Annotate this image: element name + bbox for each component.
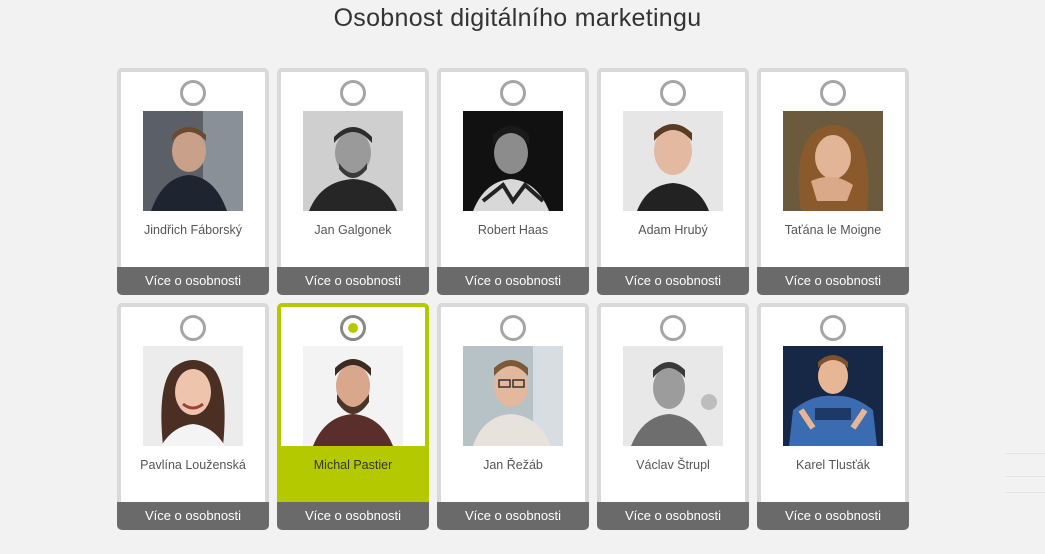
divider	[1005, 492, 1045, 493]
candidate-name: Robert Haas	[477, 223, 549, 237]
radio-button[interactable]	[820, 80, 846, 106]
candidate-photo	[463, 346, 563, 446]
candidate-name: Taťána le Moigne	[784, 223, 882, 237]
more-button[interactable]: Více o osobnosti	[597, 502, 749, 530]
candidate-name: Jan Galgonek	[314, 223, 392, 237]
candidate-photo	[783, 346, 883, 446]
candidate-name: Adam Hrubý	[638, 223, 708, 237]
candidates-grid: Jindřich Fáborský Více o osobnosti Jan G…	[117, 68, 917, 538]
candidate-name: Pavlína Louženská	[140, 458, 246, 472]
page-title: Osobnost digitálního marketingu	[333, 4, 702, 32]
candidate-card[interactable]: Jan Galgonek Více o osobnosti	[277, 68, 429, 295]
more-button[interactable]: Více o osobnosti	[117, 267, 269, 295]
more-button[interactable]: Více o osobnosti	[277, 502, 429, 530]
candidate-photo	[623, 346, 723, 446]
candidate-card-selected[interactable]: Michal Pastier Více o osobnosti	[277, 303, 429, 530]
more-button[interactable]: Více o osobnosti	[757, 502, 909, 530]
candidate-photo	[303, 346, 403, 446]
radio-button[interactable]	[660, 80, 686, 106]
radio-button[interactable]	[820, 315, 846, 341]
candidate-card[interactable]: Taťána le Moigne Více o osobnosti	[757, 68, 909, 295]
candidate-card[interactable]: Jan Řežáb Více o osobnosti	[437, 303, 589, 530]
candidate-name: Michal Pastier	[281, 446, 425, 503]
radio-button[interactable]	[340, 80, 366, 106]
candidate-card[interactable]: Václav Štrupl Více o osobnosti	[597, 303, 749, 530]
candidate-name: Václav Štrupl	[636, 458, 710, 472]
candidate-photo	[463, 111, 563, 211]
candidate-photo	[623, 111, 723, 211]
more-button[interactable]: Více o osobnosti	[117, 502, 269, 530]
more-button[interactable]: Více o osobnosti	[437, 267, 589, 295]
candidate-card[interactable]: Pavlína Louženská Více o osobnosti	[117, 303, 269, 530]
candidate-name: Karel Tlusťák	[796, 458, 870, 472]
radio-button[interactable]	[500, 315, 526, 341]
divider	[1005, 476, 1045, 477]
more-button[interactable]: Více o osobnosti	[597, 267, 749, 295]
more-button[interactable]: Více o osobnosti	[437, 502, 589, 530]
candidate-card[interactable]: Jindřich Fáborský Více o osobnosti	[117, 68, 269, 295]
radio-button[interactable]	[180, 315, 206, 341]
candidate-photo	[143, 111, 243, 211]
divider	[1005, 453, 1045, 454]
radio-button[interactable]	[340, 315, 366, 341]
radio-button[interactable]	[180, 80, 206, 106]
radio-button[interactable]	[660, 315, 686, 341]
candidate-card[interactable]: Robert Haas Více o osobnosti	[437, 68, 589, 295]
radio-dot	[348, 323, 358, 333]
more-button[interactable]: Více o osobnosti	[757, 267, 909, 295]
candidate-photo	[143, 346, 243, 446]
candidate-card[interactable]: Karel Tlusťák Více o osobnosti	[757, 303, 909, 530]
candidate-card[interactable]: Adam Hrubý Více o osobnosti	[597, 68, 749, 295]
candidate-photo	[303, 111, 403, 211]
candidate-name: Jindřich Fáborský	[144, 223, 242, 237]
candidate-photo	[783, 111, 883, 211]
more-button[interactable]: Více o osobnosti	[277, 267, 429, 295]
radio-button[interactable]	[500, 80, 526, 106]
candidate-name: Jan Řežáb	[483, 458, 543, 472]
